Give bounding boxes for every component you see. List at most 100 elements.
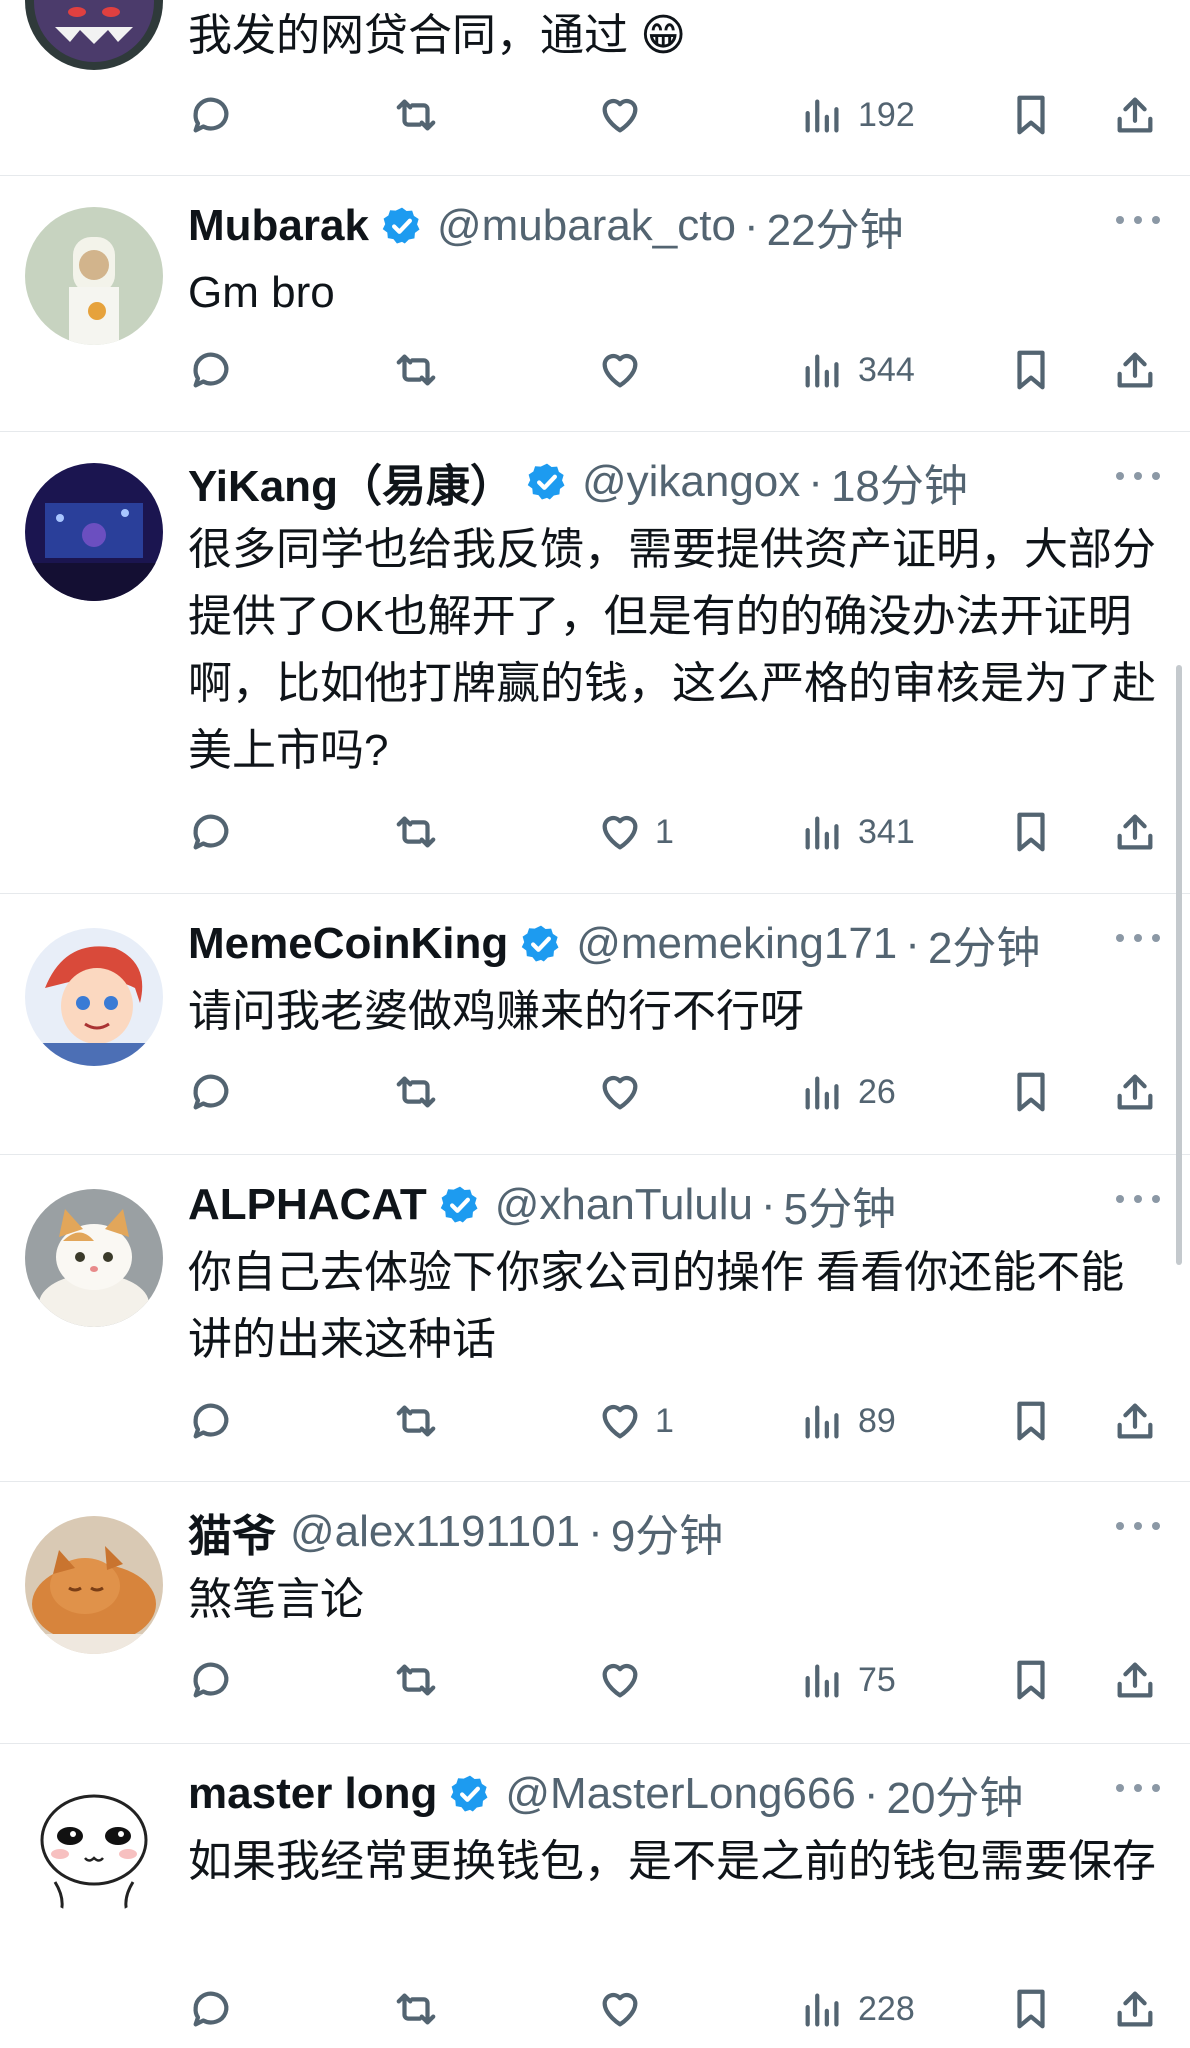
like-icon [602, 1075, 638, 1110]
avatar[interactable] [25, 928, 163, 1066]
tweet-time[interactable]: 22分钟 [767, 194, 904, 258]
verified-badge-icon [382, 207, 420, 244]
bookmark-button[interactable] [1008, 1062, 1054, 1122]
share-button[interactable] [1112, 340, 1158, 400]
tweet-item[interactable]: 我发的网贷合同，通过 😁 192 [0, 0, 1190, 176]
reply-button[interactable] [188, 340, 234, 400]
views-icon [805, 354, 839, 388]
author-handle[interactable]: @alex1191101 [290, 1507, 580, 1557]
avatar[interactable] [25, 1778, 163, 1916]
share-button[interactable] [1112, 1979, 1158, 2039]
reply-button[interactable] [188, 802, 234, 862]
author-name[interactable]: Mubarak [188, 201, 369, 251]
bookmark-button[interactable] [1008, 1391, 1054, 1451]
author-name[interactable]: ALPHACAT [188, 1180, 427, 1230]
tweet-text: 我发的网贷合同，通过 😁 [188, 11, 687, 60]
more-icon[interactable] [1116, 1191, 1160, 1207]
tweet-time[interactable]: 2分钟 [928, 912, 1040, 976]
reply-button[interactable] [188, 85, 234, 145]
reply-button[interactable] [188, 1650, 234, 1710]
author-handle[interactable]: @mubarak_cto [437, 201, 736, 251]
more-icon[interactable] [1116, 1780, 1160, 1796]
bookmark-button[interactable] [1008, 340, 1054, 400]
author-name[interactable]: master long [188, 1769, 437, 1819]
views-count: 192 [858, 95, 915, 134]
author-handle[interactable]: @yikangox [582, 457, 800, 507]
author-name[interactable]: MemeCoinKing [188, 919, 508, 969]
author-name[interactable]: YiKang（易康） [188, 450, 514, 514]
bookmark-button[interactable] [1008, 802, 1054, 862]
reply-button[interactable] [188, 1979, 234, 2039]
avatar[interactable] [25, 1516, 163, 1654]
share-icon [1117, 1074, 1153, 1110]
tweet-item[interactable]: master long @MasterLong666 · 20分钟 如果我经常更… [0, 1744, 1190, 2048]
views-button[interactable]: 26 [800, 1062, 896, 1122]
like-button[interactable]: 1 [597, 802, 674, 862]
avatar[interactable] [25, 1189, 163, 1327]
share-icon [1117, 352, 1153, 388]
separator-dot: · [743, 201, 759, 250]
views-button[interactable]: 89 [800, 1391, 896, 1451]
share-button[interactable] [1112, 1650, 1158, 1710]
avatar[interactable] [25, 207, 163, 345]
verified-badge-icon [440, 1186, 478, 1223]
views-button[interactable]: 75 [800, 1650, 896, 1710]
separator-dot: · [905, 919, 920, 968]
like-button[interactable] [597, 1062, 655, 1122]
bookmark-button[interactable] [1008, 1650, 1054, 1710]
share-icon [1117, 1662, 1153, 1698]
retweet-button[interactable] [393, 85, 439, 145]
views-button[interactable]: 341 [800, 802, 915, 862]
views-count: 228 [858, 1989, 915, 2028]
author-handle[interactable]: @memeking171 [576, 919, 897, 969]
tweet-item[interactable]: YiKang（易康） @yikangox · 18分钟 很多同学也给我反馈，需要… [0, 432, 1190, 894]
like-button[interactable] [597, 1650, 655, 1710]
share-button[interactable] [1112, 1062, 1158, 1122]
avatar[interactable] [25, 463, 163, 601]
retweet-button[interactable] [393, 1650, 439, 1710]
tweet-text: Gm bro [188, 268, 335, 317]
tweet-item[interactable]: MemeCoinKing @memeking171 · 2分钟 请问我老婆做鸡赚… [0, 894, 1190, 1155]
avatar[interactable] [25, 0, 163, 70]
retweet-button[interactable] [393, 1391, 439, 1451]
like-button[interactable] [597, 1979, 655, 2039]
author-handle[interactable]: @MasterLong666 [505, 1769, 855, 1819]
more-icon[interactable] [1116, 468, 1160, 484]
more-icon[interactable] [1116, 212, 1160, 228]
more-icon[interactable] [1116, 1518, 1160, 1534]
reply-icon [193, 814, 229, 850]
tweet-time[interactable]: 9分钟 [611, 1500, 723, 1564]
like-button[interactable] [597, 85, 655, 145]
views-button[interactable]: 228 [800, 1979, 915, 2039]
tweet-item[interactable]: ALPHACAT @xhanTululu · 5分钟 你自己去体验下你家公司的操… [0, 1155, 1190, 1482]
retweet-button[interactable] [393, 1979, 439, 2039]
tweet-time[interactable]: 18分钟 [831, 450, 968, 514]
tweet-time[interactable]: 5分钟 [784, 1173, 896, 1237]
reply-button[interactable] [188, 1062, 234, 1122]
reply-button[interactable] [188, 1391, 234, 1451]
author-name[interactable]: 猫爷 [188, 1500, 276, 1564]
views-icon [805, 1405, 839, 1439]
tweet-time[interactable]: 20分钟 [886, 1762, 1023, 1826]
retweet-icon [396, 1664, 436, 1696]
like-button[interactable] [597, 340, 655, 400]
bookmark-button[interactable] [1008, 85, 1054, 145]
author-handle[interactable]: @xhanTululu [495, 1180, 753, 1230]
tweet-text: 你自己去体验下你家公司的操作 看看你还能不能讲的出来这种话 [188, 1248, 1125, 1364]
retweet-button[interactable] [393, 802, 439, 862]
views-button[interactable]: 192 [800, 85, 915, 145]
retweet-button[interactable] [393, 340, 439, 400]
like-button[interactable]: 1 [597, 1391, 674, 1451]
tweet-item[interactable]: 猫爷 @alex1191101 · 9分钟 煞笔言论 75 [0, 1482, 1190, 1744]
more-icon[interactable] [1116, 930, 1160, 946]
scrollbar[interactable] [1176, 665, 1182, 1265]
share-button[interactable] [1112, 1391, 1158, 1451]
retweet-button[interactable] [393, 1062, 439, 1122]
share-button[interactable] [1112, 802, 1158, 862]
verified-badge-icon [527, 463, 565, 500]
share-button[interactable] [1112, 85, 1158, 145]
bookmark-button[interactable] [1008, 1979, 1054, 2039]
tweet-item[interactable]: Mubarak @mubarak_cto · 22分钟 Gm bro 344 [0, 176, 1190, 432]
views-button[interactable]: 344 [800, 340, 915, 400]
retweet-icon [396, 99, 436, 131]
